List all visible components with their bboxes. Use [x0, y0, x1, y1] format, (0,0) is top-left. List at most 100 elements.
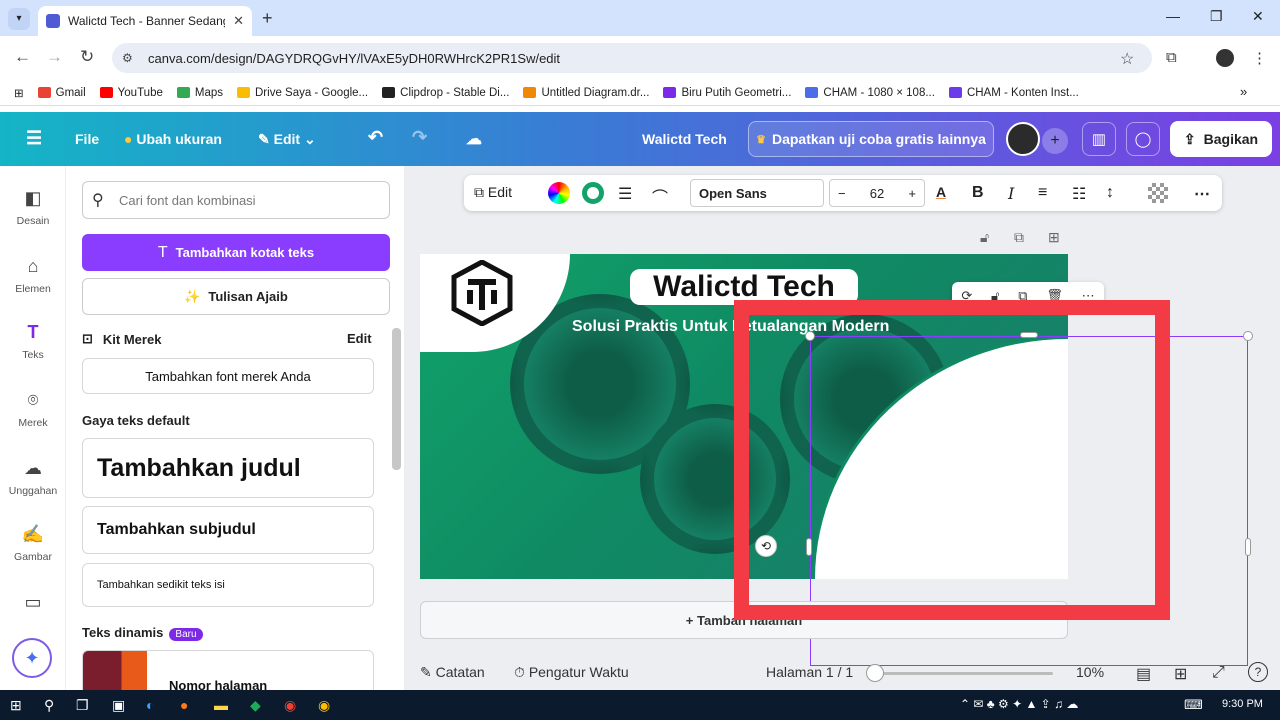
- color-picker-icon[interactable]: [548, 182, 570, 204]
- bookmark-gmail[interactable]: Gmail: [37, 87, 86, 99]
- forward-icon[interactable]: →: [46, 47, 63, 67]
- rail-text[interactable]: T Teks: [0, 322, 66, 361]
- magic-sparkle-icon[interactable]: ✦: [12, 638, 52, 678]
- more-bookmarks-icon[interactable]: »: [1240, 84, 1247, 99]
- brand-logo-icon[interactable]: [450, 260, 514, 326]
- corner-rounding-icon[interactable]: ⌒: [652, 184, 668, 208]
- system-tray-icons[interactable]: ⌃ ✉ ♣ ⚙ ✦ ▲ ⇪ ♫ ☁: [960, 697, 1078, 711]
- font-size-value[interactable]: 62: [870, 186, 884, 201]
- keyboard-icon[interactable]: ⌨: [1184, 697, 1203, 713]
- windows-start-icon[interactable]: ⊞: [10, 697, 22, 714]
- minimize-icon[interactable]: —: [1166, 8, 1180, 24]
- zoom-level[interactable]: 10%: [1076, 664, 1104, 680]
- rail-uploads[interactable]: ☁ Unggahan: [0, 458, 66, 497]
- increase-size-button[interactable]: +: [908, 186, 916, 201]
- text-color-icon[interactable]: A: [936, 184, 946, 200]
- invite-plus-icon[interactable]: +: [1042, 128, 1068, 154]
- lock-page-icon[interactable]: 🔓︎: [980, 229, 989, 246]
- resize-handle-right[interactable]: [1245, 538, 1251, 556]
- profile-avatar[interactable]: [1216, 49, 1234, 67]
- rail-design[interactable]: ◧ Desain: [0, 188, 66, 227]
- user-avatar[interactable]: [1006, 122, 1040, 156]
- resize-handle-top-right[interactable]: [1243, 331, 1253, 341]
- taskbar-clock[interactable]: 9:30 PM: [1222, 698, 1263, 710]
- add-body-card[interactable]: Tambahkan sedikit teks isi: [82, 563, 374, 607]
- timer-button[interactable]: ⏱ Pengatur Waktu: [514, 664, 629, 681]
- new-tab-icon[interactable]: +: [262, 8, 273, 29]
- file-menu[interactable]: File: [75, 131, 99, 147]
- bold-button[interactable]: B: [972, 184, 984, 202]
- notes-button[interactable]: ✎ Catatan: [420, 664, 485, 681]
- firefox-icon[interactable]: ●: [180, 697, 188, 713]
- bookmark-biru-putih[interactable]: Biru Putih Geometri...: [663, 87, 791, 99]
- browser-menu-icon[interactable]: ⋮: [1252, 49, 1267, 67]
- line-spacing-icon[interactable]: ↕: [1106, 184, 1114, 202]
- border-style-icon[interactable]: ☰: [618, 184, 632, 204]
- close-tab-icon[interactable]: ✕: [233, 13, 244, 29]
- edit-menu[interactable]: ✎ Edit ⌄: [258, 131, 316, 148]
- store-icon[interactable]: ▣: [112, 697, 125, 714]
- font-family-select[interactable]: Open Sans: [690, 179, 824, 207]
- bookmark-star-icon[interactable]: ☆: [1120, 49, 1134, 69]
- help-icon[interactable]: ?: [1248, 662, 1268, 682]
- duplicate-page-icon[interactable]: ⧉: [1014, 229, 1024, 246]
- page-number-card[interactable]: Nomor halaman: [82, 650, 374, 690]
- maximize-icon[interactable]: ❐: [1210, 8, 1223, 25]
- rail-draw[interactable]: ✍ Gambar: [0, 524, 66, 563]
- panel-scrollbar[interactable]: [392, 328, 401, 470]
- reload-icon[interactable]: ↻: [80, 47, 94, 67]
- file-explorer-icon[interactable]: ▬: [214, 697, 228, 713]
- brand-edit-link[interactable]: Edit: [347, 331, 372, 346]
- add-page-icon[interactable]: ⊞: [1048, 229, 1060, 246]
- bookmark-diagram[interactable]: Untitled Diagram.dr...: [523, 87, 649, 99]
- hamburger-menu-icon[interactable]: ☰: [26, 128, 42, 149]
- border-color-icon[interactable]: [582, 182, 604, 204]
- decrease-size-button[interactable]: −: [838, 186, 846, 201]
- italic-button[interactable]: I: [1008, 184, 1014, 203]
- page-indicator[interactable]: Halaman 1 / 1: [766, 664, 853, 680]
- edge-icon[interactable]: ◐: [146, 697, 154, 713]
- font-search-input[interactable]: Cari font dan kombinasi: [82, 181, 390, 219]
- back-icon[interactable]: ←: [14, 47, 31, 67]
- magic-write-button[interactable]: ✨ Tulisan Ajaib: [82, 278, 390, 315]
- resize-button[interactable]: ● Ubah ukuran: [124, 131, 222, 147]
- share-button[interactable]: ⇪ Bagikan: [1170, 121, 1272, 157]
- add-text-box-button[interactable]: T Tambahkan kotak teks: [82, 234, 390, 271]
- comment-icon[interactable]: ◯: [1126, 122, 1160, 156]
- edit-effects-button[interactable]: ⧉ Edit: [474, 184, 512, 201]
- task-view-icon[interactable]: ❐: [76, 697, 89, 714]
- undo-icon[interactable]: ↶: [368, 127, 383, 148]
- analytics-icon[interactable]: ▥: [1082, 122, 1116, 156]
- add-subheading-card[interactable]: Tambahkan subjudul: [82, 506, 374, 554]
- grid-view-icon[interactable]: ⊞: [1174, 664, 1187, 684]
- bookmark-clipdrop[interactable]: Clipdrop - Stable Di...: [382, 87, 509, 99]
- chrome-icon[interactable]: ◉: [284, 697, 296, 714]
- rail-projects[interactable]: ▭: [0, 592, 66, 619]
- add-heading-card[interactable]: Tambahkan judul: [82, 438, 374, 498]
- redo-icon[interactable]: ↷: [412, 127, 427, 148]
- align-center-icon[interactable]: ≡: [1038, 184, 1047, 202]
- zoom-slider[interactable]: [873, 672, 1053, 675]
- taskbar-search-icon[interactable]: ⚲: [44, 697, 54, 714]
- cloud-save-icon[interactable]: ☁: [466, 129, 482, 149]
- extensions-icon[interactable]: ⧉: [1166, 49, 1177, 66]
- site-info-icon[interactable]: ⚙: [122, 51, 133, 65]
- add-brand-font-button[interactable]: Tambahkan font merek Anda: [82, 358, 374, 394]
- app-green-icon[interactable]: ◆: [250, 697, 261, 714]
- bookmark-cham-konten[interactable]: CHAM - Konten Inst...: [948, 87, 1079, 99]
- zoom-slider-knob[interactable]: [866, 664, 884, 682]
- rail-brand[interactable]: ⌾ Merek: [0, 390, 66, 429]
- apps-grid-icon[interactable]: ⊞: [14, 86, 24, 100]
- more-options-icon[interactable]: ⋯: [1194, 184, 1210, 204]
- bullet-list-icon[interactable]: ☷: [1072, 184, 1086, 204]
- transparency-icon[interactable]: [1148, 183, 1168, 203]
- browser-tab[interactable]: Walictd Tech - Banner Sedang ( ✕: [38, 6, 252, 36]
- close-window-icon[interactable]: ✕: [1252, 8, 1264, 25]
- tab-search-icon[interactable]: ▾: [8, 8, 30, 30]
- bookmark-cham-1080[interactable]: CHAM - 1080 × 108...: [805, 87, 935, 99]
- rail-elements[interactable]: ⌂ Elemen: [0, 256, 66, 295]
- trial-button[interactable]: ♛ Dapatkan uji coba gratis lainnya: [748, 121, 994, 157]
- document-title[interactable]: Walictd Tech: [642, 131, 727, 147]
- fullscreen-icon[interactable]: ⤢: [1212, 664, 1225, 682]
- font-size-stepper[interactable]: − 62 +: [829, 179, 925, 207]
